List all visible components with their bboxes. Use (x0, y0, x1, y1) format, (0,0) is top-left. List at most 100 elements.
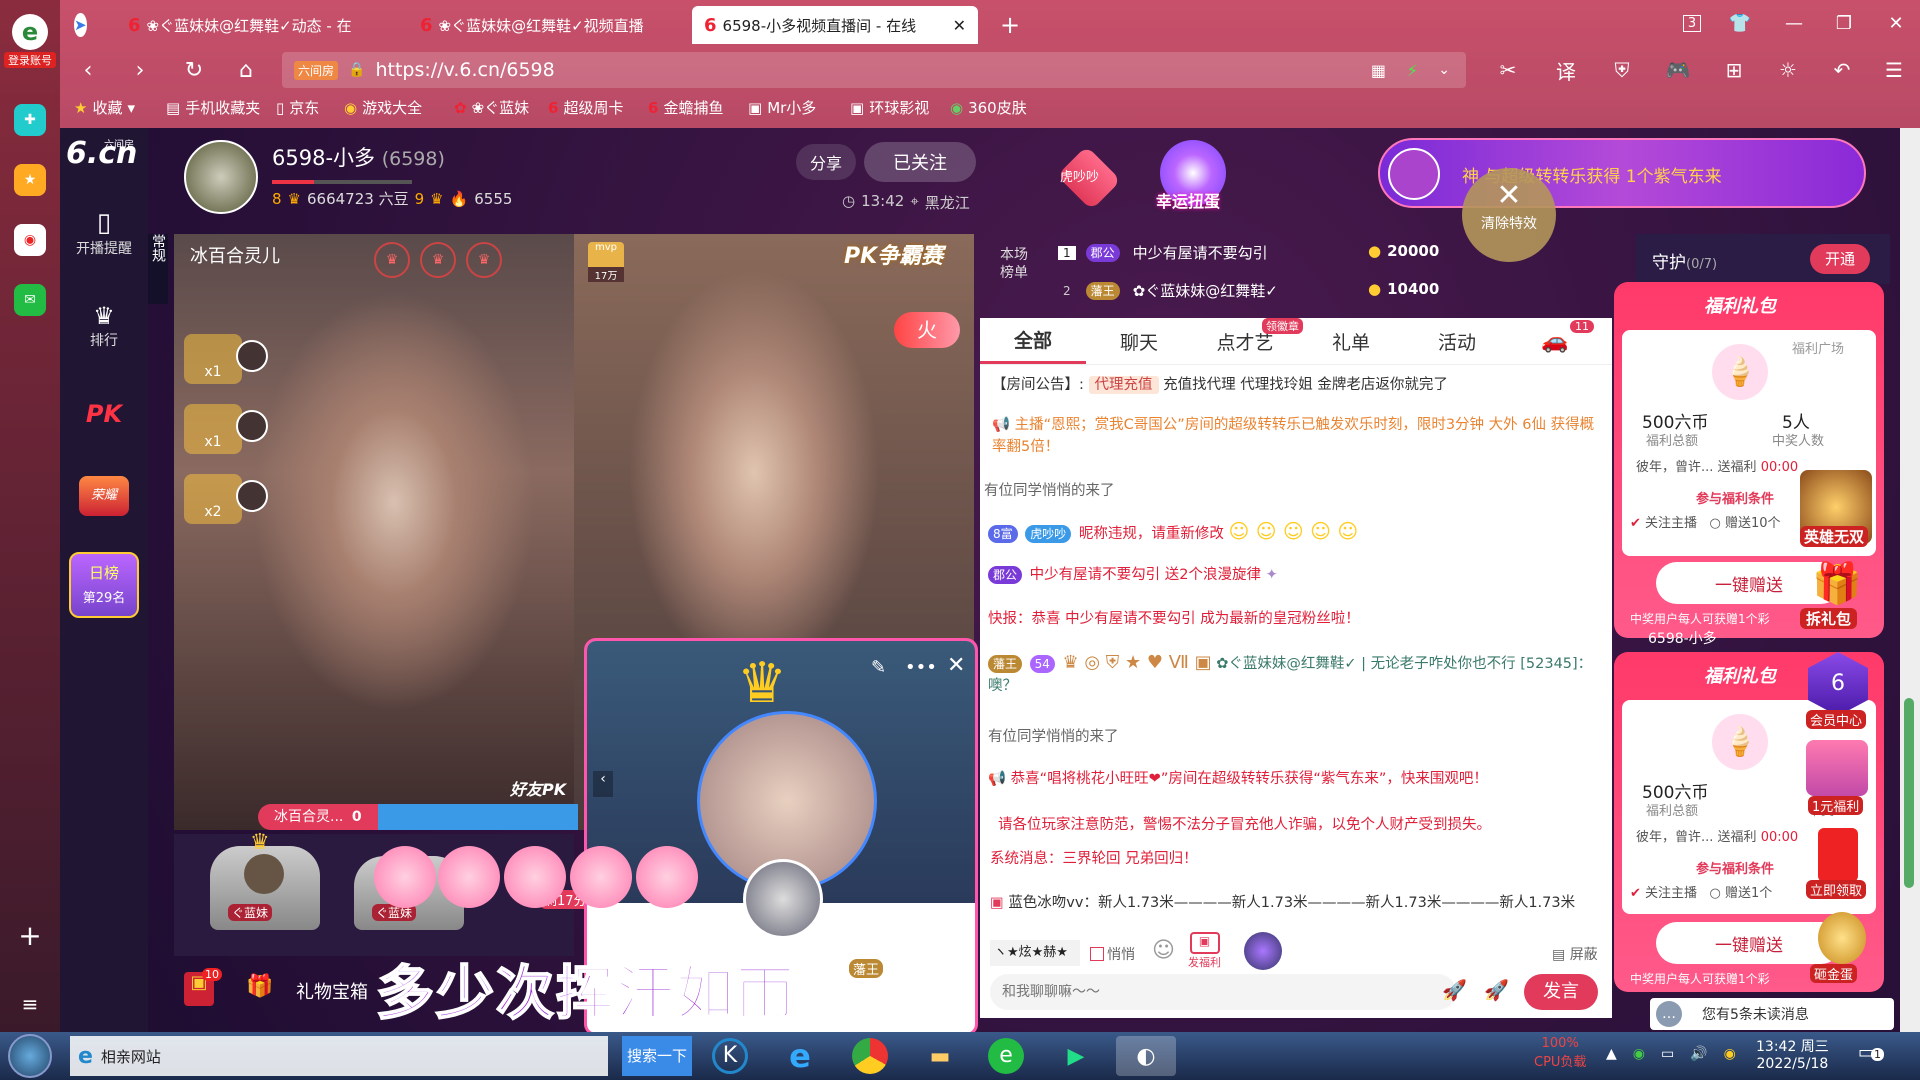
taskbar-search[interactable]: e 相亲网站 (70, 1036, 608, 1076)
bookmark-weekly[interactable]: 6 超级周卡 (548, 97, 623, 118)
nav-honor[interactable]: 荣耀 (60, 476, 148, 516)
back-icon[interactable]: ‹ (70, 52, 106, 88)
home-icon[interactable]: ⌂ (228, 52, 264, 88)
bookmark-games[interactable]: ◉ 游戏大全 (344, 97, 422, 118)
share-button[interactable]: 分享 (796, 144, 856, 180)
chevron-left-icon[interactable]: ‹ (593, 771, 613, 797)
plan-icon[interactable] (1244, 932, 1282, 970)
menu-icon[interactable]: ☰ (1876, 52, 1912, 88)
whisper-toggle[interactable]: 悄悄 (1090, 944, 1135, 964)
announcement-tag[interactable]: 代理充值 (1088, 376, 1159, 394)
more-icon[interactable]: ••• (905, 657, 937, 678)
tab-all[interactable]: 全部 (980, 318, 1086, 364)
chevron-down-icon[interactable]: ⌄ (1438, 62, 1450, 78)
page-scrollbar[interactable] (1900, 128, 1920, 1032)
address-bar[interactable]: 六间房 🔒 https://v.6.cn/6598 ▦ ⚡ ⌄ (282, 52, 1466, 88)
mail-icon[interactable]: ✉ (14, 284, 46, 316)
tab-activity[interactable]: 活动 (1404, 318, 1510, 364)
vertical-tab[interactable]: 常规 (148, 234, 168, 304)
followed-button[interactable]: 已关注 (864, 142, 976, 182)
emoji-button-icon[interactable]: ☺ (1152, 938, 1175, 963)
minimize-icon[interactable]: — (1774, 8, 1814, 38)
taskbar-game-icon[interactable]: ◐ (1116, 1036, 1176, 1076)
shield-icon[interactable]: ⛨ (1604, 52, 1640, 88)
tab-chat[interactable]: 聊天 (1086, 318, 1192, 364)
chat-input[interactable] (990, 974, 1456, 1010)
bookmark-fishing[interactable]: 6 金蟾捕鱼 (648, 97, 723, 118)
golden-egg-label[interactable]: 砸金蛋 (1810, 964, 1858, 983)
red-packet-icon[interactable] (1818, 828, 1858, 882)
friend-pk-button[interactable]: 好友PK (510, 776, 566, 800)
grid-icon[interactable]: ⊞ (1716, 52, 1752, 88)
rocket-icon[interactable]: 🚀 (1442, 978, 1474, 1010)
taskbar-360-icon[interactable]: e (976, 1036, 1036, 1076)
fa-fuli-button[interactable]: ▣ 发福利 (1188, 932, 1221, 970)
nav-pk[interactable]: PK (60, 400, 148, 428)
tray-app-icon[interactable]: ◉ (1724, 1046, 1736, 1062)
tab-1[interactable]: 6 ❀ぐ蓝妹妹@红舞鞋✓动态 - 在 (116, 6, 406, 44)
nav-remind[interactable]: ▯ 开播提醒 (60, 208, 148, 258)
nav-daily-rank[interactable]: 日榜 第29名 (60, 552, 148, 618)
close-window-icon[interactable]: ✕ (1876, 8, 1916, 38)
search-button[interactable]: 搜索一下 (622, 1036, 692, 1076)
taskbar-ie-icon[interactable]: e (770, 1036, 830, 1076)
start-button-icon[interactable] (8, 1034, 52, 1078)
one-yuan-icon[interactable] (1806, 740, 1868, 796)
tab-gift-list[interactable]: 礼单 (1298, 318, 1404, 364)
close-icon[interactable]: ✕ (947, 653, 965, 678)
brightness-icon[interactable]: ☼ (1770, 52, 1806, 88)
tab-2[interactable]: 6 ❀ぐ蓝妹妹@红舞鞋✓视频直播 (408, 6, 686, 44)
shirt-icon[interactable]: 👕 (1720, 8, 1760, 38)
gifter-avatar[interactable] (236, 480, 268, 512)
block-button[interactable]: ▤ 屏蔽 (1552, 944, 1598, 964)
scissors-icon[interactable]: ✂ (1490, 52, 1526, 88)
rank-row[interactable]: 2 藩王 ✿ぐ蓝妹妹@红舞鞋✓ (1058, 280, 1278, 301)
popup-user-avatar[interactable] (743, 859, 823, 939)
close-tab-icon[interactable]: ✕ (943, 16, 966, 35)
taskbar-folder-icon[interactable]: ▬ (910, 1036, 970, 1076)
guard-open-button[interactable]: 开通 (1810, 244, 1870, 274)
forward-icon[interactable]: › (122, 52, 158, 88)
bookmark-lanmei[interactable]: ✿ ❀ぐ蓝妹 (454, 97, 529, 118)
translate-icon[interactable]: 译 (1548, 52, 1584, 88)
bookmark-skin[interactable]: ◉ 360皮肤 (950, 97, 1027, 118)
restore-icon[interactable]: ❐ (1824, 8, 1864, 38)
left-video-stream[interactable]: 冰百合灵儿 ♛ ♛ ♛ x1 x1 x2 好友PK (174, 234, 574, 830)
tray-360-icon[interactable]: ◉ (1633, 1046, 1645, 1062)
bookmark-favorites[interactable]: ★ 收藏 ▾ (74, 97, 135, 118)
member-center-label[interactable]: 会员中心 (1806, 710, 1867, 729)
new-tab-button[interactable]: + (988, 6, 1032, 44)
rank-row[interactable]: 1 郡公 中少有屋请不要勾引 (1058, 242, 1268, 263)
browser-home-tab[interactable]: ➤ (62, 6, 88, 44)
cpu-load[interactable]: 100% CPU负载 (1534, 1036, 1586, 1070)
add-icon[interactable]: + (14, 920, 46, 952)
qr-icon[interactable]: ▦ (1371, 61, 1386, 80)
reload-icon[interactable]: ↻ (176, 52, 212, 88)
send-button[interactable]: 发言 (1524, 974, 1598, 1010)
seat[interactable]: ♛ ぐ蓝妹 (210, 830, 320, 930)
clock[interactable]: 13:42 周三 2022/5/18 (1756, 1036, 1829, 1072)
login-button[interactable]: e 登录账号 (4, 14, 56, 74)
golden-egg-icon[interactable] (1818, 912, 1866, 964)
welfare-plaza-link[interactable]: 福利广场 (1792, 338, 1844, 357)
network-icon[interactable]: ▭ (1661, 1046, 1674, 1062)
taskbar-chrome-icon[interactable] (840, 1036, 900, 1076)
notification-icon[interactable]: ▭1 (1858, 1042, 1885, 1063)
list-icon[interactable]: ≡ (14, 988, 46, 1020)
nav-rank[interactable]: ♛ 排行 (60, 302, 148, 350)
volume-icon[interactable]: 🔊 (1690, 1046, 1707, 1062)
taskbar-player-icon[interactable]: ▶ (1046, 1036, 1106, 1076)
gamepad-icon[interactable]: 🎮 (1660, 52, 1696, 88)
anchor-avatar[interactable] (184, 140, 258, 214)
claim-label[interactable]: 立即领取 (1806, 880, 1867, 899)
rocket-icon-2[interactable]: 🚀 (1484, 978, 1516, 1010)
site-logo[interactable]: 6.cn 六间房 (66, 136, 146, 178)
undo-icon[interactable]: ↶ (1824, 52, 1860, 88)
weibo-icon[interactable]: ◉ (14, 224, 46, 256)
open-gift-label[interactable]: 拆礼包 (1800, 608, 1858, 629)
unread-bar[interactable]: … 您有5条未读消息 (1650, 998, 1894, 1030)
gacha-label[interactable]: 幸运扭蛋 (1156, 188, 1220, 212)
star-app-icon[interactable]: ★ (14, 164, 46, 196)
lightning-icon[interactable]: ⚡ (1407, 61, 1418, 80)
bookmark-film[interactable]: ▣ 环球影视 (850, 97, 929, 118)
